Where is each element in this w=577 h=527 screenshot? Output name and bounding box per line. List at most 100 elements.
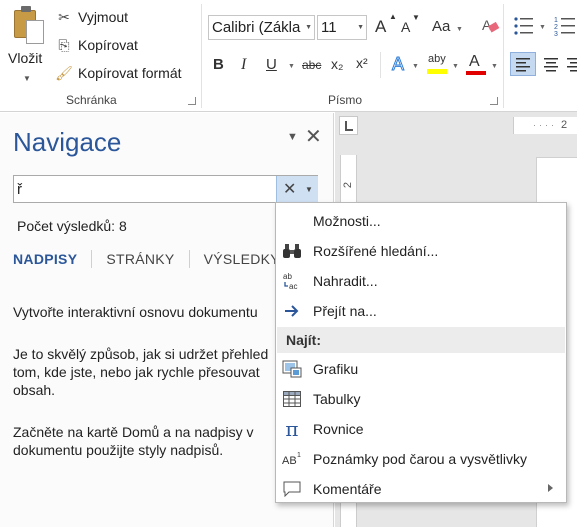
chevron-down-icon: ▼: [288, 63, 295, 70]
group-separator: [380, 52, 381, 78]
picture-icon: [282, 359, 302, 379]
pane-title: Navigace: [13, 127, 122, 157]
menu-item-options[interactable]: Možnosti...: [276, 207, 566, 235]
copy-label: Kopírovat: [78, 37, 138, 53]
clip-top: [21, 6, 31, 12]
grow-font-icon[interactable]: A: [375, 17, 386, 37]
menu-item-label: Grafiku: [313, 361, 359, 377]
chevron-down-icon: ▼: [452, 63, 459, 70]
pi-icon: π: [285, 417, 299, 441]
clipboard-group-label: Schránka: [66, 93, 117, 107]
format-painter-button[interactable]: 🖌 Kopírovat formát: [55, 62, 182, 84]
paste-label: Vložit: [8, 50, 43, 66]
search-options-menu: Možnosti... Rozšířené hledání... ab ac N…: [275, 202, 567, 503]
chevron-down-icon: ▼: [412, 63, 419, 70]
bold-button[interactable]: B: [213, 56, 224, 73]
paste-button[interactable]: Vložit ▼: [6, 6, 50, 84]
menu-item-label: Tabulky: [313, 391, 361, 407]
copy-button[interactable]: ⎘ Kopírovat: [55, 34, 138, 56]
menu-item-graphics[interactable]: Grafiku: [276, 355, 566, 383]
superscript-button[interactable]: x²: [356, 55, 368, 71]
font-color-label: A: [469, 53, 480, 70]
copy-icon: ⎘: [58, 36, 70, 53]
clear-search-icon[interactable]: ✕: [283, 179, 296, 199]
binoculars-icon: [282, 241, 302, 261]
strikethrough-button[interactable]: abc: [302, 58, 321, 72]
search-options-dropdown-icon[interactable]: ▼: [305, 185, 313, 194]
horizontal-ruler[interactable]: ···· 2: [365, 117, 577, 134]
highlight-button[interactable]: aby: [426, 52, 448, 78]
chevron-down-icon: ▼: [491, 63, 498, 70]
menu-item-replace[interactable]: ab ac Nahradit...: [276, 267, 566, 295]
font-size-combobox[interactable]: 11 ▼: [317, 15, 367, 40]
menu-item-tables[interactable]: Tabulky: [276, 385, 566, 413]
tab-headings[interactable]: NADPISY: [13, 251, 77, 267]
svg-text:ab: ab: [283, 272, 292, 281]
font-name-combobox[interactable]: Calibri (Zákla ▼: [208, 15, 315, 40]
ruler-ticks: ····: [533, 120, 557, 130]
ruler-number: 2: [561, 119, 568, 131]
change-case-icon[interactable]: Aa: [432, 18, 450, 35]
font-group-label: Písmo: [328, 93, 363, 107]
paintbrush-icon: 🖌: [55, 64, 73, 81]
tab-selector-icon[interactable]: [339, 116, 358, 135]
tab-pages[interactable]: STRÁNKY: [106, 251, 174, 267]
font-color-button[interactable]: A: [465, 52, 487, 78]
italic-button[interactable]: I: [241, 56, 246, 74]
pane-options-icon[interactable]: ▼: [287, 131, 298, 143]
scissors-icon: ✂: [58, 8, 70, 25]
menu-item-comments[interactable]: Komentáře: [276, 475, 566, 503]
svg-text:2: 2: [554, 24, 558, 31]
svg-text:1: 1: [554, 17, 558, 24]
menu-item-label: Rovnice: [313, 421, 364, 437]
numbering-icon[interactable]: 1 2 3: [554, 15, 576, 37]
format-painter-label: Kopírovat formát: [78, 65, 182, 81]
align-right-icon[interactable]: [566, 53, 577, 75]
menu-item-footnotes[interactable]: AB 1 Poznámky pod čarou a vysvětlivky: [276, 445, 566, 473]
clear-formatting-icon[interactable]: A: [480, 15, 500, 37]
comment-icon: [282, 479, 302, 499]
menu-item-goto[interactable]: Přejít na...: [276, 297, 566, 325]
svg-text:1: 1: [297, 452, 301, 459]
align-left-button[interactable]: [510, 52, 536, 76]
underline-button[interactable]: U: [266, 56, 277, 73]
search-input[interactable]: [14, 176, 274, 202]
chevron-down-icon: ▼: [23, 74, 31, 83]
bullets-icon[interactable]: [513, 15, 535, 37]
svg-text:3: 3: [554, 31, 558, 37]
menu-item-advanced-find[interactable]: Rozšířené hledání...: [276, 237, 566, 265]
find-section-header: Najít:: [277, 327, 565, 353]
menu-item-label: Rozšířené hledání...: [313, 243, 439, 259]
ruler-number: 2: [342, 181, 355, 189]
menu-item-label: Nahradit...: [313, 273, 378, 289]
menu-item-equations[interactable]: π Rovnice: [276, 415, 566, 443]
ribbon: Vložit ▼ ✂ Vyjmout ⎘ Kopírovat 🖌 Kopírov…: [0, 0, 577, 112]
highlight-color-swatch: [427, 69, 447, 74]
font-name-value: Calibri (Zákla: [212, 19, 301, 36]
svg-text:AB: AB: [282, 455, 297, 467]
chevron-down-icon: ▼: [456, 26, 463, 33]
align-center-icon[interactable]: [541, 53, 563, 75]
footnote-icon: AB 1: [282, 449, 302, 469]
table-icon: [282, 389, 302, 409]
clipboard-launcher-icon[interactable]: [188, 97, 196, 105]
group-separator: [503, 4, 504, 108]
arrow-right-icon: [282, 301, 302, 321]
search-actions: ✕ ▼: [276, 176, 318, 202]
tab-results[interactable]: VÝSLEDKY: [204, 251, 280, 267]
text-effects-button[interactable]: A: [391, 54, 404, 75]
chevron-down-icon: ▼: [305, 24, 312, 31]
cut-label: Vyjmout: [78, 9, 129, 25]
shrink-font-icon[interactable]: A: [401, 19, 410, 35]
subscript-button[interactable]: x₂: [331, 56, 343, 72]
submenu-arrow-icon: [548, 484, 553, 492]
menu-item-label: Možnosti...: [313, 213, 381, 229]
close-icon[interactable]: ✕: [305, 124, 322, 149]
group-separator: [201, 4, 202, 108]
options-icon: [282, 211, 302, 231]
font-launcher-icon[interactable]: [490, 97, 498, 105]
nav-tabs: NADPISY STRÁNKY VÝSLEDKY: [13, 248, 280, 270]
cut-button[interactable]: ✂ Vyjmout: [55, 6, 128, 28]
align-left-icon: [516, 58, 530, 72]
chevron-down-icon: ▼: [539, 24, 546, 31]
